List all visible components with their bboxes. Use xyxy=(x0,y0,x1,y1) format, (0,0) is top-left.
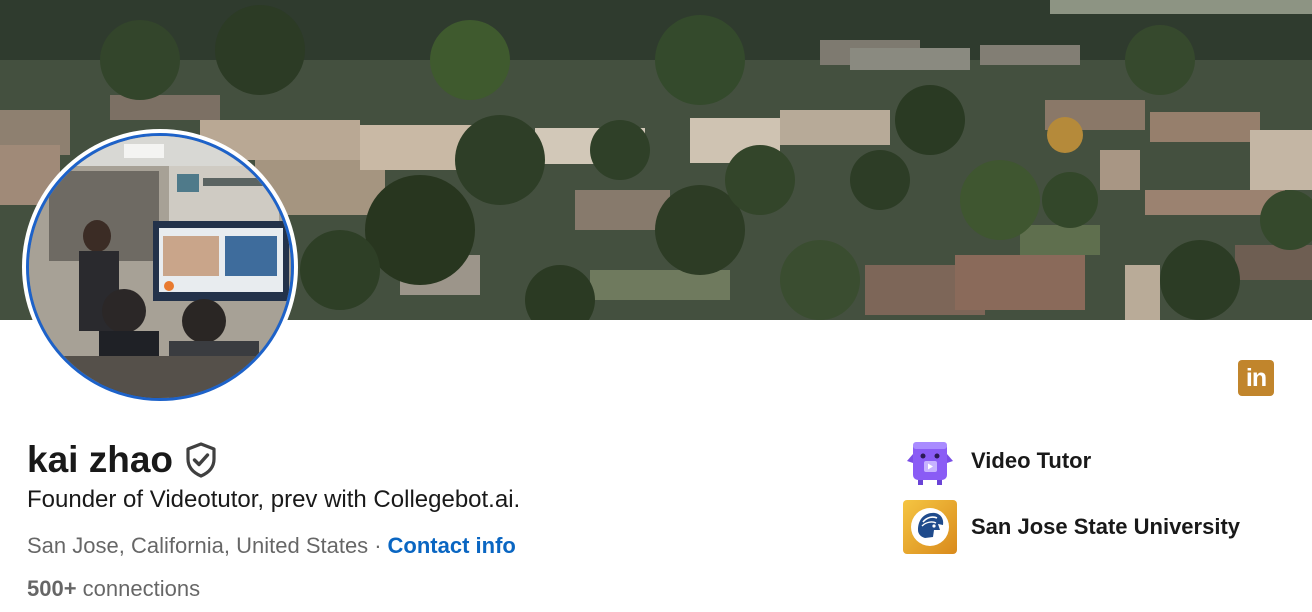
connections-link[interactable]: 500+ connections xyxy=(27,576,200,602)
contact-info-link[interactable]: Contact info xyxy=(388,533,516,558)
company-label: Video Tutor xyxy=(971,448,1092,473)
profile-headline: Founder of Videotutor, prev with College… xyxy=(27,486,521,513)
profile-photo-frame xyxy=(26,133,294,401)
profile-name: kai zhao xyxy=(27,439,173,480)
verified-shield-icon[interactable] xyxy=(185,442,217,478)
separator-dot: · xyxy=(374,533,382,558)
profile-photo-image xyxy=(29,136,291,398)
profile-photo[interactable] xyxy=(22,129,298,405)
current-company-video-tutor[interactable]: Video Tutor xyxy=(903,434,1091,488)
education-sjsu[interactable]: San Jose State University xyxy=(903,500,1240,554)
school-label: San Jose State University xyxy=(971,514,1241,539)
connections-count: 500+ xyxy=(27,576,77,601)
linkedin-icon: in xyxy=(1238,360,1274,396)
sjsu-spartan-logo-icon xyxy=(903,500,957,554)
connections-label: connections xyxy=(76,576,201,601)
name-row: kai zhao xyxy=(27,438,217,482)
profile-location: San Jose, California, United States xyxy=(27,533,369,558)
location-row: San Jose, California, United States · Cont… xyxy=(27,533,516,559)
video-tutor-logo-icon xyxy=(903,434,957,488)
